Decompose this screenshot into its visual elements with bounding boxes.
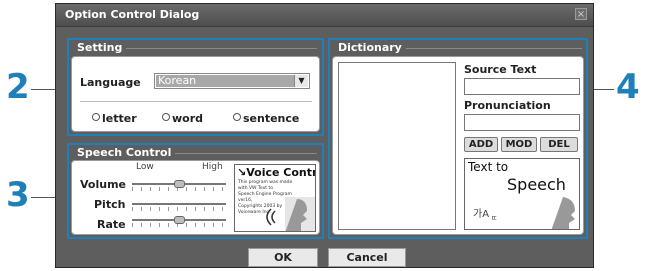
callout-3: 3 bbox=[6, 175, 30, 215]
radio-sentence[interactable]: sentence bbox=[233, 112, 299, 125]
title-bar: Option Control Dialog × bbox=[56, 4, 593, 27]
callout-4: 4 bbox=[616, 67, 640, 107]
pitch-slider-ticks bbox=[132, 207, 226, 211]
pitch-label: Pitch bbox=[94, 198, 126, 211]
radio-word-label: word bbox=[172, 112, 204, 125]
window-title: Option Control Dialog bbox=[65, 8, 200, 21]
radio-dot-icon bbox=[162, 113, 170, 121]
setting-title: Setting bbox=[77, 41, 127, 54]
language-value: Korean bbox=[156, 75, 294, 87]
setting-inner: Language Korean ▼ letter word sentence bbox=[71, 56, 320, 132]
setting-rule bbox=[121, 48, 317, 49]
low-label: Low bbox=[136, 162, 154, 172]
dictionary-title: Dictionary bbox=[338, 41, 406, 54]
pronunciation-input[interactable] bbox=[464, 114, 580, 131]
face-silhouette-icon bbox=[551, 197, 575, 229]
speech-control-title: Speech Control bbox=[77, 146, 176, 159]
face-silhouette-icon bbox=[285, 199, 307, 231]
chevron-down-icon[interactable]: ▼ bbox=[294, 75, 308, 87]
high-label: High bbox=[202, 162, 223, 172]
mod-button[interactable]: MOD bbox=[501, 137, 537, 152]
radio-dot-icon bbox=[233, 113, 241, 121]
cancel-button[interactable]: Cancel bbox=[328, 248, 406, 267]
volume-label: Volume bbox=[80, 178, 126, 191]
radio-letter-label: letter bbox=[102, 112, 137, 125]
language-select[interactable]: Korean ▼ bbox=[154, 73, 310, 89]
sound-wave-icon bbox=[266, 208, 276, 226]
setting-divider bbox=[80, 101, 312, 102]
tts-face-shape bbox=[551, 197, 575, 229]
source-text-input[interactable] bbox=[464, 78, 580, 95]
ok-button[interactable]: OK bbox=[248, 248, 318, 267]
volume-slider-thumb[interactable] bbox=[174, 180, 185, 188]
option-control-dialog: Option Control Dialog × Setting Language… bbox=[55, 3, 594, 268]
pitch-slider-track[interactable] bbox=[132, 203, 226, 205]
dictionary-rule bbox=[406, 48, 582, 49]
add-button[interactable]: ADD bbox=[464, 137, 498, 152]
dictionary-list[interactable] bbox=[338, 62, 456, 230]
speech-inner: Low High Volume Pitch Rate ↘Voice Contro… bbox=[71, 160, 320, 235]
text-to-speech-box: Text to Speech 가A ㄸ bbox=[464, 158, 580, 230]
rate-slider-thumb[interactable] bbox=[174, 216, 185, 224]
radio-sentence-label: sentence bbox=[243, 112, 300, 125]
del-button[interactable]: DEL bbox=[540, 137, 578, 152]
radio-word[interactable]: word bbox=[162, 112, 203, 125]
source-text-label: Source Text bbox=[464, 63, 537, 76]
callout-2: 2 bbox=[6, 67, 30, 107]
pronunciation-label: Pronunciation bbox=[464, 99, 551, 112]
radio-dot-icon bbox=[92, 113, 100, 121]
speech-rule bbox=[169, 153, 317, 154]
rate-label: Rate bbox=[97, 218, 126, 231]
voice-control-box: ↘Voice Control This program was made wit… bbox=[234, 164, 316, 232]
close-icon[interactable]: × bbox=[575, 8, 587, 20]
setting-panel: Setting Language Korean ▼ letter word se… bbox=[67, 38, 324, 136]
dictionary-inner: Source Text Pronunciation ADD MOD DEL Te… bbox=[332, 56, 584, 235]
speaker-icon-graphic bbox=[266, 199, 307, 231]
language-label: Language bbox=[80, 76, 141, 89]
speech-control-panel: Speech Control Low High Volume Pitch Rat… bbox=[67, 143, 324, 239]
dictionary-panel: Dictionary Source Text Pronunciation ADD… bbox=[328, 38, 588, 239]
radio-letter[interactable]: letter bbox=[92, 112, 137, 125]
